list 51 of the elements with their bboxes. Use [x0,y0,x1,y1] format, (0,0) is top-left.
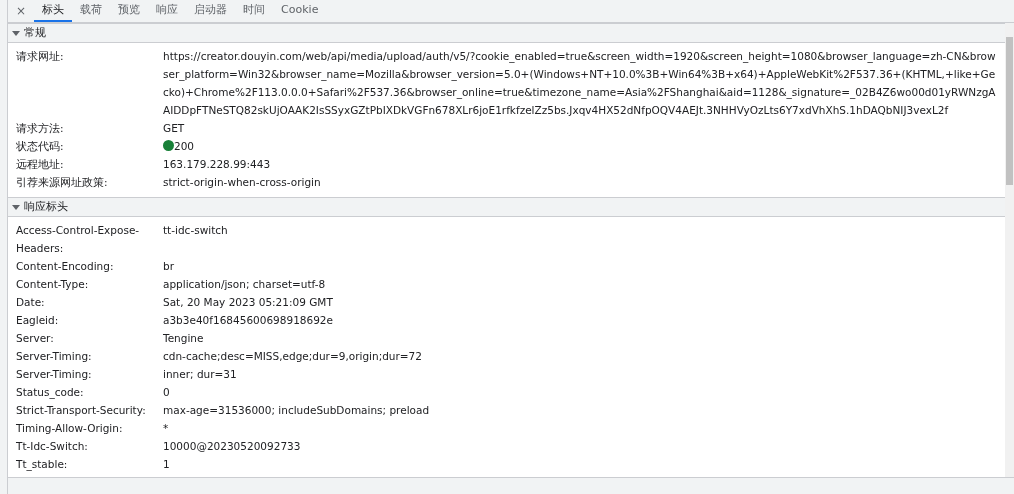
header-name: 请求方法: [15,121,65,136]
header-name: Content-Encoding: [15,259,115,274]
header-value: strict-origin-when-cross-origin [163,176,321,188]
section-header[interactable]: 常规 [8,23,1005,43]
header-value: br [163,260,174,272]
header-value: 200 [174,140,195,152]
header-name: Content-Type: [15,277,90,292]
header-value: Tengine [163,332,204,344]
scrollbar-thumb[interactable] [1006,37,1013,185]
header-name: Server-Timing: [15,349,93,364]
header-name: 远程地址: [15,157,65,172]
close-button[interactable]: × [8,0,35,22]
header-name: 引荐来源网址政策: [15,175,109,190]
header-name: Date: [15,295,46,310]
header-name: Timing-Allow-Origin: [15,421,124,436]
header-name: 状态代码: [15,139,65,154]
header-value: * [163,422,169,434]
scrollbar[interactable] [1005,23,1014,477]
header-name: Server-Timing: [15,367,93,382]
header-value: 1 [163,458,170,470]
header-name: Eagleid: [15,313,60,328]
expanded-triangle-icon [12,203,20,211]
header-name: Server: [15,331,55,346]
tab[interactable]: 响应 [148,0,187,22]
header-value: a3b3e40f16845600698918692e [163,314,333,326]
header-value: https://creator.douyin.com/web/api/media/upload/auth/v5/?cookie_enabled=true&screen_width=1920&screen_height=1080&browser_language=zh-CN&browser_platform=Win32&browser_name=Mozilla&browser_version=5.0+(Windows+NT+10.0%3B+Win64%3B+x64)+AppleWebKit%2F537.36+(KHTML,+like+Gecko)+Chrome%2F113.0.0.0+Safari%2F537.36&browser_online=true&timezone_name=Asia%2FShanghai&aid=1128&_signature=_02B4Z6wo00d01yRWNzgAAIDDpFTNeSTQ82skUjOAAK2IsSSyxGZtPbIXDkVGFn678XLr6joE1rfkfzelZz5bs.Jxqv4HX52dNfpOQV4AEJt.3NHHVyOzLts6Y7xdVhXhS.1hDAQbNIJ3vexL2f [163,50,996,116]
header-value: inner; dur=31 [163,368,237,380]
header-name: Access-Control-Expose-Headers: [15,223,141,256]
tab[interactable]: 启动器 [186,0,236,22]
section-title: 响应标头 [24,198,68,215]
header-name: Tt-Idc-Switch: [15,439,89,454]
section-title: 常规 [24,24,46,41]
tab[interactable]: 载荷 [72,0,111,22]
header-value: application/json; charset=utf-8 [163,278,326,290]
header-name: Status_code: [15,385,85,401]
header-value: GET [163,122,185,134]
header-value: 163.179.228.99:443 [163,158,271,170]
tab[interactable]: Cookie [273,0,327,22]
header-value: Sat, 20 May 2023 05:21:09 GMT [163,296,333,308]
header-name: Tt_stable: [15,457,69,473]
header-value: 0 [163,386,170,398]
tab[interactable]: 时间 [235,0,274,22]
tab[interactable]: 预览 [110,0,149,22]
expanded-triangle-icon [12,29,20,37]
header-name: 请求网址: [15,49,65,64]
header-value: cdn-cache;desc=MISS,edge;dur=9,origin;dur=72 [163,350,422,362]
header-value: 10000@20230520092733 [163,440,301,452]
header-value: max-age=31536000; includeSubDomains; preload [163,404,430,416]
section-header[interactable]: 响应标头 [8,197,1005,217]
header-value: tt-idc-switch [163,224,228,236]
header-name: Strict-Transport-Security: [15,403,147,418]
